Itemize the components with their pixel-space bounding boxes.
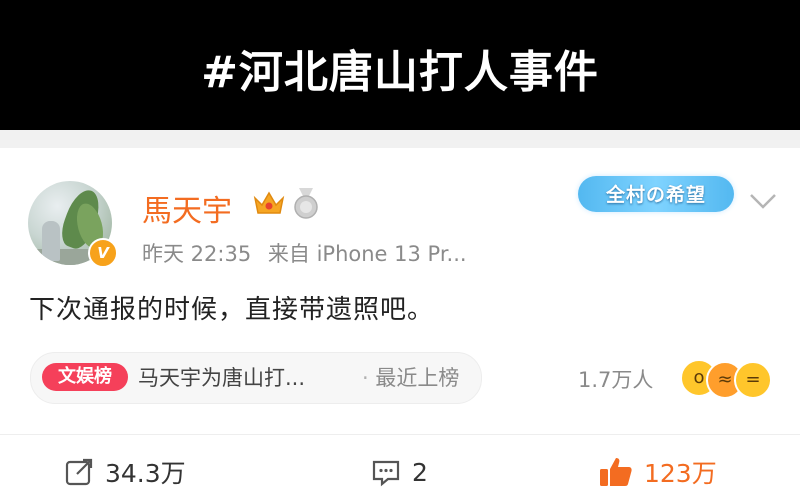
separator-gap [0,130,800,148]
hot-status: 最近上榜 [375,366,460,390]
repost-button[interactable]: 34.3万 [63,452,186,492]
hot-list-badge: 文娱榜 [42,363,128,391]
like-count: 123万 [644,459,717,488]
action-divider [0,434,800,435]
post-source: 来自 iPhone 13 Pr... [267,242,467,266]
reaction-count[interactable]: 1.7万人 [578,364,653,394]
repost-icon [65,458,93,486]
grin-emoji-icon: = [734,361,772,399]
hot-topic: 马天宇为唐山打... [138,366,306,390]
hot-status-wrap: · 最近上榜 [362,362,459,392]
comment-count: 2 [412,457,428,487]
repost-count: 34.3万 [105,459,186,488]
username[interactable]: 馬天宇 [142,186,232,230]
thumbs-up-icon [600,458,632,486]
top-banner: #河北唐山打人事件 [0,0,800,130]
chevron-down-icon[interactable] [748,190,778,212]
hot-separator: · [362,366,369,390]
verified-badge: V [88,238,118,268]
crown-icon [253,191,285,214]
user-tag-label: 全村の希望 [605,184,706,206]
medal-icon [294,188,318,219]
banner-title: #河北唐山打人事件 [201,47,599,98]
post-meta: 昨天 22:35 来自 iPhone 13 Pr... [142,238,477,268]
like-button[interactable]: 123万 [598,452,717,492]
comment-button[interactable]: 2 [370,452,428,492]
post-time: 昨天 22:35 [142,242,252,266]
post-content: 下次通报的时候，直接带遗照吧。 [29,295,435,325]
comment-icon [372,460,400,487]
